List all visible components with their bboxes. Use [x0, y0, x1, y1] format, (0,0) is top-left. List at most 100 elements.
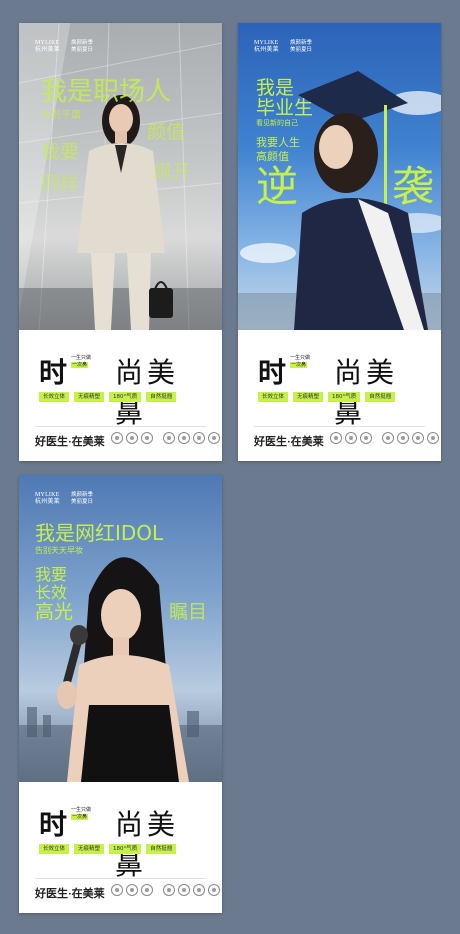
title-rest: 尚美鼻 — [115, 357, 180, 428]
title-small-note: 一生只做 一次鼻 — [290, 355, 310, 369]
headline-line-5: 高颜值 — [256, 150, 289, 163]
campaign-line-2: 美丽夏日 — [71, 499, 94, 505]
brand-line-1: MYLIKE — [254, 40, 279, 46]
title-rest: 尚美鼻 — [115, 809, 180, 880]
feature-tag: 无痕精塑 — [74, 392, 105, 402]
headline-sub: 看见新的自己 — [256, 119, 298, 127]
cert-icon — [178, 432, 190, 444]
certification-icons — [111, 432, 220, 444]
title-small-line-1: 一生只做 — [290, 355, 311, 361]
poster-graduate[interactable]: MYLIKE 杭州美莱 焕颜新季 美丽夏日 我是 毕业生 看见新的自己 我要人生… — [238, 23, 441, 461]
poster-bottom-panel: 时 一生只做 一次鼻 尚美鼻 长效立体 无痕精塑 180°气质 自然挺翘 好医生… — [238, 330, 441, 461]
title-big-char: 时 — [258, 357, 287, 388]
feature-tag: 自然挺翘 — [365, 392, 396, 402]
poster-footer: 好医生·在美莱 — [35, 884, 220, 902]
title-small-line-1: 一生只做 — [71, 355, 92, 361]
brand-line-1: MYLIKE — [35, 40, 60, 46]
title-small-line-2: 一次鼻 — [71, 362, 89, 368]
cert-icon — [208, 884, 220, 896]
feature-tag: 180°气质 — [109, 844, 142, 854]
cert-icon — [163, 884, 175, 896]
title-rest: 尚美鼻 — [334, 357, 399, 428]
poster-photo: MYLIKE 杭州美莱 焕颜新季 美丽夏日 我是网红IDOL 告别天天早妆 我要… — [19, 475, 222, 782]
brand-line-2: 杭州美莱 — [35, 47, 60, 53]
feature-tag: 长效立体 — [258, 392, 289, 402]
cert-icon — [345, 432, 357, 444]
cert-icon — [427, 432, 439, 444]
headline-big-char-1: 逆 — [256, 162, 299, 211]
feature-tags: 长效立体 无痕精塑 180°气质 自然挺翘 — [39, 392, 209, 404]
headline-line-4: 颜值 — [147, 121, 186, 143]
poster-footer: 好医生·在美莱 — [35, 432, 220, 450]
brand-logo: MYLIKE 杭州美莱 — [35, 40, 60, 54]
footer-slogan: 好医生·在美莱 — [35, 888, 105, 900]
cert-icon — [193, 432, 205, 444]
cert-icon — [111, 432, 123, 444]
headline-big-char-2: 袭 — [392, 162, 435, 211]
campaign-label: 焕颜新季 美丽夏日 — [71, 492, 93, 506]
cert-icon — [141, 884, 153, 896]
title-small-line-2: 一次鼻 — [71, 814, 89, 820]
headline-sub: 告别平庸 — [41, 110, 81, 121]
headline-sub: 告别天天早妆 — [35, 546, 83, 555]
feature-tag: 自然挺翘 — [146, 844, 177, 854]
footer-slogan: 好医生·在美莱 — [254, 436, 324, 448]
campaign-line-2: 美丽夏日 — [290, 47, 313, 53]
cert-icon — [126, 432, 138, 444]
poster-photo: MYLIKE 杭州美莱 焕颜新季 美丽夏日 我是 毕业生 看见新的自己 我要人生… — [238, 23, 441, 330]
cert-icon — [111, 884, 123, 896]
headline-line-6: 瞩目 — [169, 601, 208, 623]
headline-line-5: 高光 — [35, 601, 74, 623]
cert-icon — [208, 432, 220, 444]
cert-icon — [330, 432, 342, 444]
title-small-line-1: 一生只做 — [71, 807, 92, 813]
title-small-note: 一生只做 一次鼻 — [71, 355, 91, 369]
headline-line-4: 我要人生 — [256, 136, 300, 149]
campaign-label: 焕颜新季 美丽夏日 — [290, 40, 312, 54]
headline-line-3: 我要 — [41, 141, 80, 163]
headline-line-2: 毕业生 — [256, 97, 314, 119]
title-big-char: 时 — [39, 357, 68, 388]
cert-icon — [412, 432, 424, 444]
cert-icon — [141, 432, 153, 444]
brand-line-2: 杭州美莱 — [254, 47, 279, 53]
title-small-line-2: 一次鼻 — [290, 362, 308, 368]
campaign-label: 焕颜新季 美丽夏日 — [71, 40, 93, 54]
certification-icons — [330, 432, 439, 444]
divider — [35, 426, 206, 427]
poster-footer: 好医生·在美莱 — [254, 432, 439, 450]
poster-career[interactable]: MYLIKE 杭州美莱 焕颜新季 美丽夏日 我是职场人 告别平庸 我要 颜值 同… — [19, 23, 222, 461]
poster-bottom-panel: 时 一生只做 一次鼻 尚美鼻 长效立体 无痕精塑 180°气质 自然挺翘 好医生… — [19, 330, 222, 461]
title-small-note: 一生只做 一次鼻 — [71, 807, 91, 821]
product-title: 时 一生只做 一次鼻 尚美鼻 — [39, 803, 209, 880]
feature-tags: 长效立体 无痕精塑 180°气质 自然挺翘 — [39, 844, 209, 856]
headline-main: 我是职场人 — [41, 77, 172, 107]
poster-idol[interactable]: MYLIKE 杭州美莱 焕颜新季 美丽夏日 我是网红IDOL 告别天天早妆 我要… — [19, 475, 222, 913]
divider — [35, 878, 206, 879]
brand-line-1: MYLIKE — [35, 492, 60, 498]
headline-line-5: 同样 — [41, 173, 80, 195]
feature-tag: 自然挺翘 — [146, 392, 177, 402]
footer-slogan: 好医生·在美莱 — [35, 436, 105, 448]
headline-line-4: 长效 — [35, 583, 68, 602]
feature-tag: 长效立体 — [39, 392, 70, 402]
cert-icon — [178, 884, 190, 896]
campaign-line-1: 焕颜新季 — [290, 40, 313, 46]
headline-line-3: 我要 — [35, 565, 68, 584]
campaign-line-1: 焕颜新季 — [71, 40, 94, 46]
campaign-line-2: 美丽夏日 — [71, 47, 94, 53]
feature-tag: 180°气质 — [109, 392, 142, 402]
cert-icon — [193, 884, 205, 896]
divider — [254, 426, 425, 427]
feature-tag: 无痕精塑 — [293, 392, 324, 402]
headline-main: 我是网红IDOL — [35, 521, 164, 545]
brand-logo: MYLIKE 杭州美莱 — [35, 492, 60, 506]
headline-line-1: 我是 — [256, 77, 295, 99]
feature-tags: 长效立体 无痕精塑 180°气质 自然挺翘 — [258, 392, 428, 404]
brand-line-2: 杭州美莱 — [35, 499, 60, 505]
title-big-char: 时 — [39, 809, 68, 840]
cert-icon — [163, 432, 175, 444]
brand-logo: MYLIKE 杭州美莱 — [254, 40, 279, 54]
campaign-line-1: 焕颜新季 — [71, 492, 94, 498]
poster-photo: MYLIKE 杭州美莱 焕颜新季 美丽夏日 我是职场人 告别平庸 我要 颜值 同… — [19, 23, 222, 330]
